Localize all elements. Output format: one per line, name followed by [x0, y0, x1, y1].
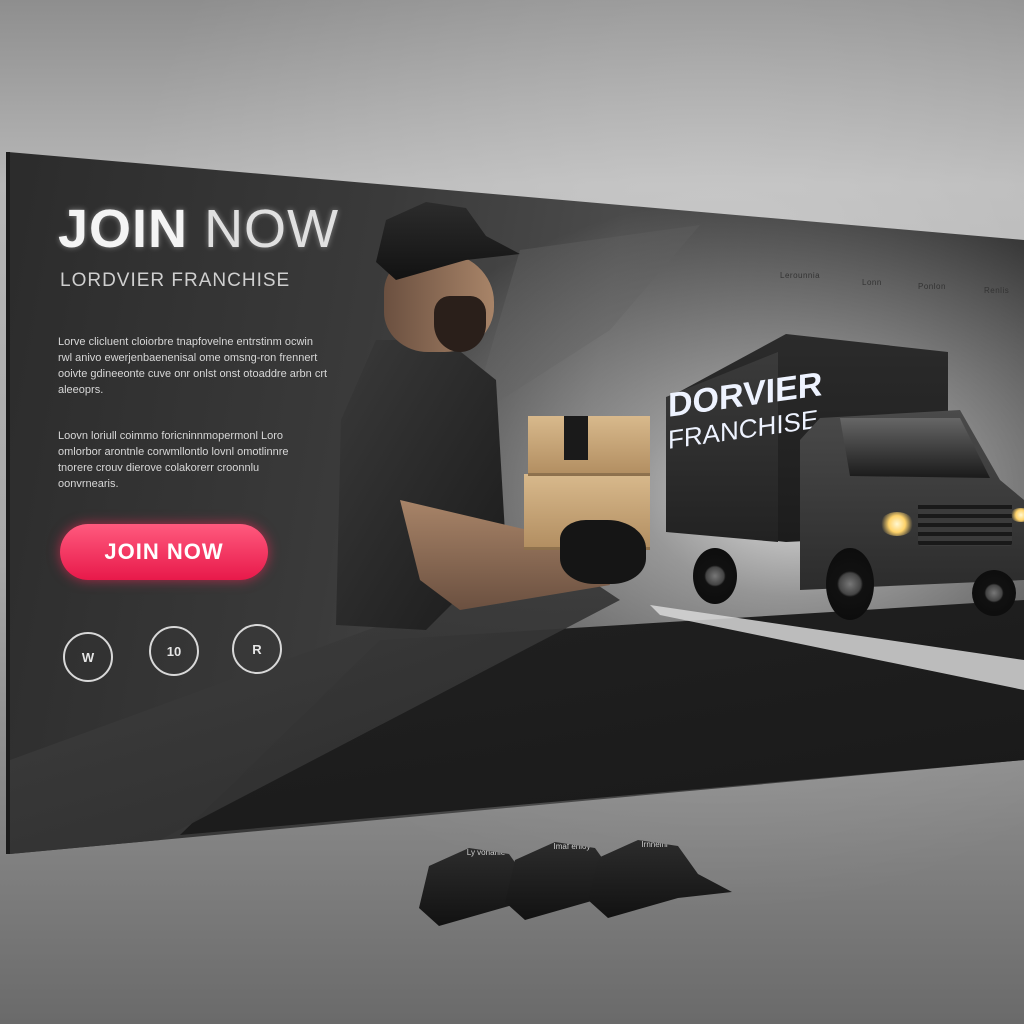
feature-item[interactable]: W Ly vonanle — [43, 632, 563, 926]
courier-glove — [560, 520, 646, 584]
feature-item[interactable]: R Irnnelnr — [212, 624, 732, 918]
truck-wheel — [693, 548, 737, 604]
nav-item-4[interactable]: Renlis — [984, 286, 1009, 295]
nav-item-1[interactable]: Lerounnia — [780, 271, 820, 280]
feature-icon-glyph: W — [81, 649, 95, 665]
truck-wheel — [972, 570, 1016, 616]
feature-icon: R — [232, 624, 282, 674]
truck-headlight — [880, 512, 914, 536]
courier-beard — [434, 296, 486, 352]
body-paragraph-1: Lorve clicluent cloiorbre tnapfovelne en… — [58, 336, 328, 396]
banner-title: JOIN NOW — [58, 198, 339, 260]
parcel-tape — [564, 416, 588, 460]
feature-item[interactable]: 10 Imaf enloy — [129, 626, 649, 920]
parcel-box — [528, 416, 650, 476]
banner-edge — [6, 152, 10, 854]
nav-item-2[interactable]: Lonn — [862, 278, 882, 287]
truck-wheel — [826, 548, 874, 620]
nav-item-3[interactable]: Ponlon — [918, 282, 946, 291]
feature-icon: 10 — [149, 626, 199, 676]
feature-icon: W — [63, 632, 113, 682]
title-light: NOW — [204, 199, 340, 259]
banner-subtitle: LORDVIER FRANCHISE — [60, 270, 291, 291]
body-paragraph-2: Loovn loriull coimmo foricninnmopermonl … — [58, 430, 289, 490]
feature-icon-glyph: 10 — [166, 643, 182, 659]
feature-icon-glyph: R — [252, 641, 262, 657]
join-now-button[interactable]: JOIN NOW — [60, 524, 268, 580]
truck-grille — [918, 500, 1012, 546]
title-bold: JOIN — [58, 199, 189, 259]
